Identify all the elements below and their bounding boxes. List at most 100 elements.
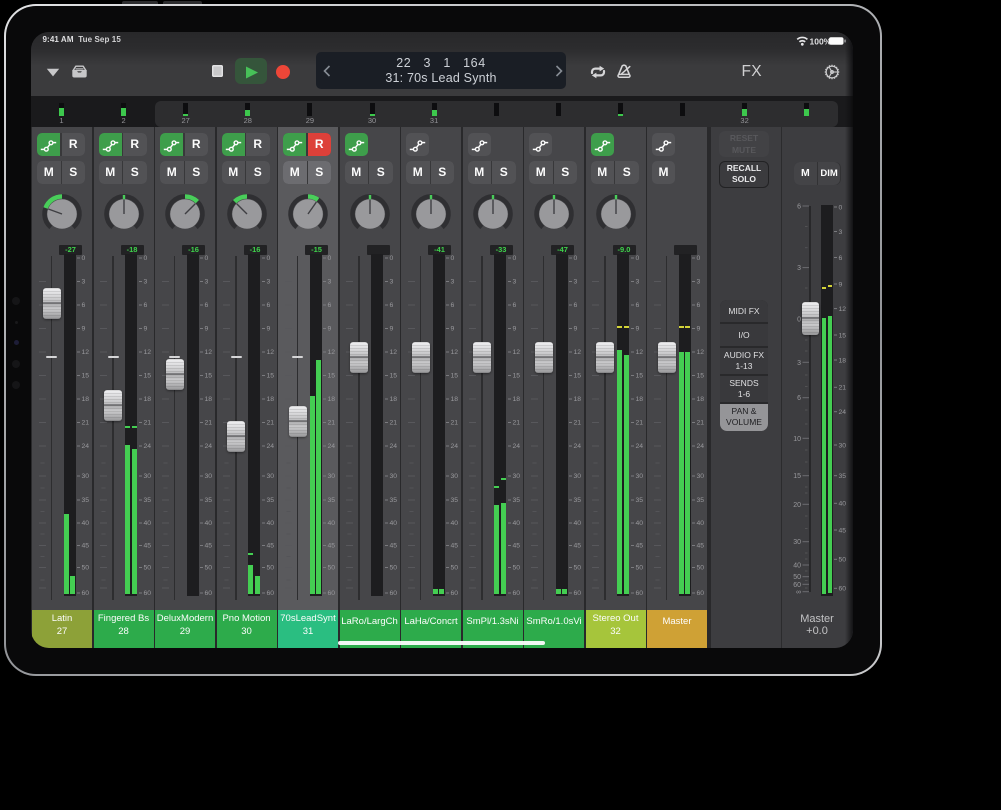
svg-text:45: 45 <box>574 543 582 550</box>
svg-text:40: 40 <box>266 520 274 527</box>
svg-text:18: 18 <box>205 396 213 403</box>
svg-text:60: 60 <box>451 590 459 597</box>
svg-text:30: 30 <box>793 539 801 546</box>
svg-text:15: 15 <box>328 373 336 380</box>
svg-text:0: 0 <box>451 255 455 262</box>
svg-text:30: 30 <box>205 473 213 480</box>
svg-text:9: 9 <box>838 281 842 288</box>
svg-text:35: 35 <box>512 497 520 504</box>
svg-text:30: 30 <box>512 473 520 480</box>
svg-text:18: 18 <box>574 396 582 403</box>
svg-text:21: 21 <box>389 420 397 427</box>
svg-text:15: 15 <box>143 373 151 380</box>
svg-text:24: 24 <box>143 443 151 450</box>
svg-text:0: 0 <box>838 204 842 211</box>
svg-text:0: 0 <box>512 255 516 262</box>
svg-text:9: 9 <box>266 326 270 333</box>
svg-text:30: 30 <box>451 473 459 480</box>
svg-text:24: 24 <box>697 443 705 450</box>
svg-text:40: 40 <box>635 520 643 527</box>
svg-text:50: 50 <box>205 565 213 572</box>
svg-text:24: 24 <box>389 443 397 450</box>
svg-text:0: 0 <box>143 255 147 262</box>
svg-text:3: 3 <box>797 360 801 367</box>
svg-text:12: 12 <box>389 349 397 356</box>
svg-text:40: 40 <box>697 520 705 527</box>
svg-text:24: 24 <box>205 443 213 450</box>
svg-text:30: 30 <box>82 473 90 480</box>
svg-text:35: 35 <box>389 497 397 504</box>
svg-text:15: 15 <box>82 373 90 380</box>
svg-text:6: 6 <box>635 302 639 309</box>
svg-text:60: 60 <box>574 590 582 597</box>
svg-text:50: 50 <box>266 565 274 572</box>
svg-text:24: 24 <box>82 443 90 450</box>
svg-text:21: 21 <box>451 420 459 427</box>
svg-text:9: 9 <box>328 326 332 333</box>
svg-text:45: 45 <box>389 543 397 550</box>
svg-text:50: 50 <box>635 565 643 572</box>
svg-text:3: 3 <box>451 279 455 286</box>
svg-text:18: 18 <box>451 396 459 403</box>
svg-text:21: 21 <box>328 420 336 427</box>
svg-text:12: 12 <box>512 349 520 356</box>
svg-text:40: 40 <box>451 520 459 527</box>
svg-text:6: 6 <box>574 302 578 309</box>
svg-text:18: 18 <box>328 396 336 403</box>
svg-text:45: 45 <box>512 543 520 550</box>
svg-text:30: 30 <box>328 473 336 480</box>
svg-text:21: 21 <box>143 420 151 427</box>
svg-text:21: 21 <box>82 420 90 427</box>
svg-text:50: 50 <box>793 574 801 581</box>
svg-text:9: 9 <box>389 326 393 333</box>
svg-text:45: 45 <box>451 543 459 550</box>
svg-text:15: 15 <box>266 373 274 380</box>
svg-text:9: 9 <box>574 326 578 333</box>
svg-text:6: 6 <box>143 302 147 309</box>
svg-text:18: 18 <box>266 396 274 403</box>
svg-text:50: 50 <box>451 565 459 572</box>
svg-text:60: 60 <box>205 590 213 597</box>
svg-text:0: 0 <box>574 255 578 262</box>
svg-text:3: 3 <box>143 279 147 286</box>
svg-text:9: 9 <box>697 326 701 333</box>
svg-text:24: 24 <box>635 443 643 450</box>
svg-text:30: 30 <box>143 473 151 480</box>
svg-text:30: 30 <box>266 473 274 480</box>
svg-text:6: 6 <box>697 302 701 309</box>
svg-text:12: 12 <box>328 349 336 356</box>
svg-text:35: 35 <box>635 497 643 504</box>
svg-text:50: 50 <box>82 565 90 572</box>
svg-text:40: 40 <box>205 520 213 527</box>
svg-text:45: 45 <box>697 543 705 550</box>
svg-text:15: 15 <box>793 473 801 480</box>
svg-text:15: 15 <box>389 373 397 380</box>
svg-text:18: 18 <box>512 396 520 403</box>
svg-text:45: 45 <box>143 543 151 550</box>
svg-text:40: 40 <box>512 520 520 527</box>
svg-text:40: 40 <box>143 520 151 527</box>
svg-text:20: 20 <box>793 502 801 509</box>
svg-text:6: 6 <box>389 302 393 309</box>
svg-text:12: 12 <box>266 349 274 356</box>
svg-text:35: 35 <box>697 497 705 504</box>
svg-text:24: 24 <box>451 443 459 450</box>
svg-text:35: 35 <box>82 497 90 504</box>
svg-text:0: 0 <box>389 255 393 262</box>
svg-text:3: 3 <box>389 279 393 286</box>
svg-text:12: 12 <box>82 349 90 356</box>
svg-text:30: 30 <box>574 473 582 480</box>
svg-text:0: 0 <box>797 317 801 324</box>
svg-text:3: 3 <box>797 265 801 272</box>
svg-text:6: 6 <box>205 302 209 309</box>
svg-text:3: 3 <box>328 279 332 286</box>
svg-text:18: 18 <box>143 396 151 403</box>
svg-text:0: 0 <box>697 255 701 262</box>
svg-text:15: 15 <box>697 373 705 380</box>
svg-text:60: 60 <box>143 590 151 597</box>
svg-text:3: 3 <box>266 279 270 286</box>
svg-text:60: 60 <box>512 590 520 597</box>
svg-text:50: 50 <box>697 565 705 572</box>
svg-text:6: 6 <box>328 302 332 309</box>
svg-text:6: 6 <box>838 255 842 262</box>
